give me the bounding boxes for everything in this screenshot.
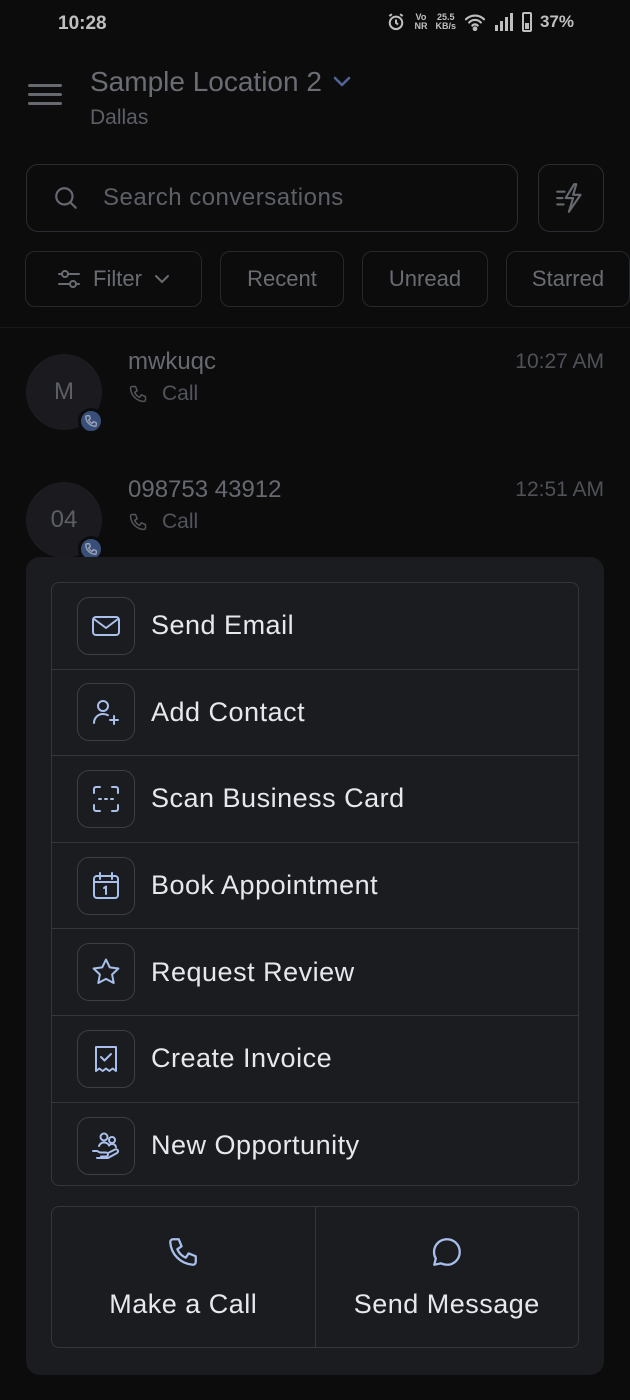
action-request-review[interactable]: Request Review: [52, 929, 578, 1016]
make-call-button[interactable]: Make a Call: [52, 1207, 315, 1347]
quick-actions-sheet: Send Email Add Contact Scan Business Car…: [26, 557, 604, 1375]
action-label: Request Review: [151, 956, 355, 987]
make-call-label: Make a Call: [109, 1288, 258, 1319]
action-label: Book Appointment: [151, 870, 379, 901]
calendar-icon: [93, 871, 119, 899]
action-send-email[interactable]: Send Email: [52, 583, 578, 670]
action-icon-container: [77, 683, 135, 742]
star-icon: [92, 958, 120, 985]
action-label: Scan Business Card: [151, 783, 405, 814]
action-icon-container: [77, 596, 135, 655]
chat-bubble-icon: [432, 1237, 461, 1266]
action-label: Create Invoice: [151, 1043, 333, 1074]
action-add-contact[interactable]: Add Contact: [52, 670, 578, 757]
hand-users-icon: [92, 1132, 119, 1159]
scan-icon: [93, 785, 119, 812]
primary-actions: Make a Call Send Message: [51, 1206, 579, 1348]
user-plus-icon: [93, 700, 119, 726]
action-label: Send Email: [151, 610, 295, 641]
action-new-opportunity[interactable]: New Opportunity: [52, 1103, 578, 1185]
action-icon-container: [77, 769, 135, 828]
action-create-invoice[interactable]: Create Invoice: [52, 1016, 578, 1103]
action-icon-container: [77, 1029, 135, 1088]
action-scan-business-card[interactable]: Scan Business Card: [52, 756, 578, 843]
quick-actions-list: Send Email Add Contact Scan Business Car…: [51, 582, 579, 1186]
action-icon-container: [77, 943, 135, 1002]
action-label: New Opportunity: [151, 1130, 360, 1161]
action-label: Add Contact: [151, 696, 306, 727]
send-message-button[interactable]: Send Message: [314, 1207, 579, 1347]
mail-icon: [92, 615, 120, 636]
receipt-icon: [95, 1045, 117, 1072]
action-book-appointment[interactable]: Book Appointment: [52, 843, 578, 930]
action-icon-container: [77, 1116, 135, 1175]
action-icon-container: [77, 856, 135, 915]
phone-icon: [169, 1237, 198, 1266]
send-message-label: Send Message: [353, 1288, 540, 1319]
